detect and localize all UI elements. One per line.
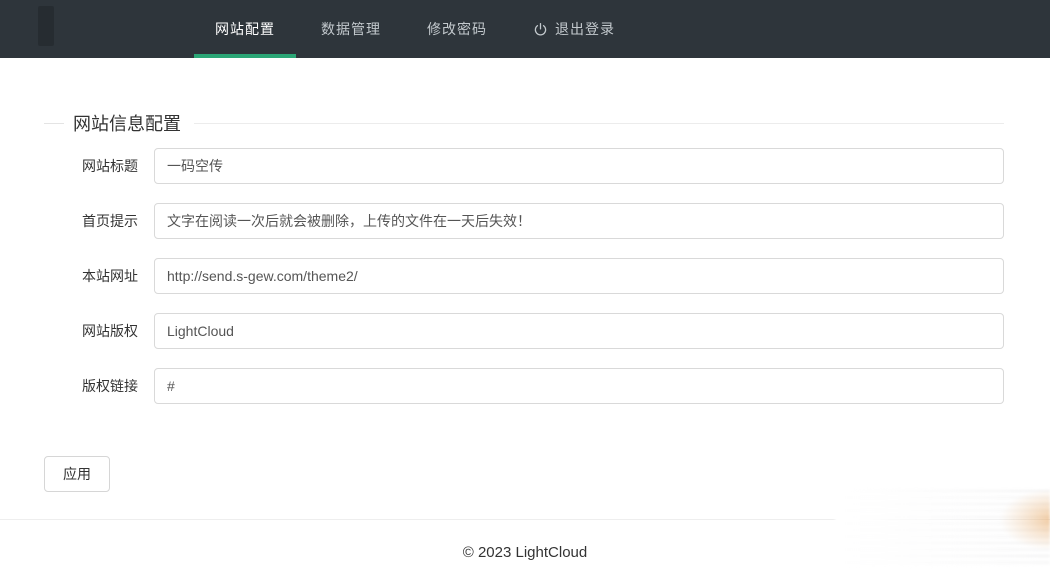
- tab-logout[interactable]: 退出登录: [510, 0, 638, 58]
- page-title: 网站信息配置: [73, 110, 181, 136]
- top-nav-bar: 网站配置 数据管理 修改密码 退出登录: [0, 0, 1050, 58]
- tab-logout-label: 退出登录: [555, 19, 615, 39]
- tab-data-management[interactable]: 数据管理: [298, 0, 404, 58]
- copyright-text-label: 网站版权: [44, 321, 154, 341]
- home-tip-input[interactable]: [154, 203, 1004, 239]
- main-content: 网站信息配置 网站标题 首页提示 本站网址 网站版权 版权链接 应用: [0, 110, 1050, 492]
- form-row-site-url: 本站网址: [44, 258, 1004, 294]
- apply-button[interactable]: 应用: [44, 456, 110, 492]
- title-rule-left: [44, 123, 64, 124]
- form-row-copyright-text: 网站版权: [44, 313, 1004, 349]
- logo-mark: [38, 6, 54, 46]
- site-url-input[interactable]: [154, 258, 1004, 294]
- site-title-label: 网站标题: [44, 156, 154, 176]
- tab-change-password[interactable]: 修改密码: [404, 0, 510, 58]
- form-row-home-tip: 首页提示: [44, 203, 1004, 239]
- tab-change-password-label: 修改密码: [427, 19, 487, 39]
- power-icon: [533, 22, 548, 37]
- site-config-form: 网站标题 首页提示 本站网址 网站版权 版权链接 应用: [44, 148, 1004, 492]
- form-row-site-title: 网站标题: [44, 148, 1004, 184]
- copyright-link-label: 版权链接: [44, 376, 154, 396]
- page-footer: © 2023 LightCloud: [0, 519, 1050, 561]
- form-row-copyright-link: 版权链接: [44, 368, 1004, 404]
- tab-data-management-label: 数据管理: [321, 19, 381, 39]
- footer-copyright: © 2023 LightCloud: [463, 544, 587, 561]
- main-nav: 网站配置 数据管理 修改密码 退出登录: [192, 0, 638, 58]
- site-title-input[interactable]: [154, 148, 1004, 184]
- home-tip-label: 首页提示: [44, 211, 154, 231]
- title-rule-right: [194, 123, 1004, 124]
- active-tab-underline: [194, 54, 296, 58]
- section-header: 网站信息配置: [44, 110, 1004, 136]
- copyright-link-input[interactable]: [154, 368, 1004, 404]
- site-url-label: 本站网址: [44, 266, 154, 286]
- tab-site-config-label: 网站配置: [215, 19, 275, 39]
- copyright-text-input[interactable]: [154, 313, 1004, 349]
- tab-site-config[interactable]: 网站配置: [192, 0, 298, 58]
